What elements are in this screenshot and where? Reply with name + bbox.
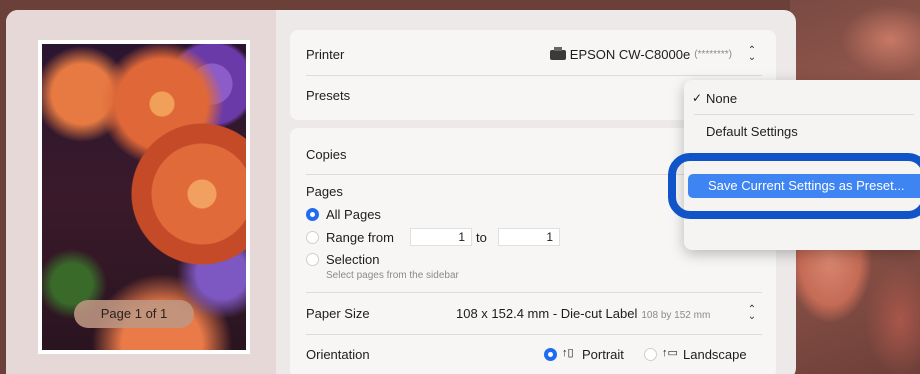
printer-select[interactable]: EPSON CW-C8000e (********)	[549, 46, 732, 62]
selection-radio[interactable]	[306, 253, 319, 266]
range-to-label: to	[476, 230, 487, 245]
landscape-radio[interactable]	[644, 348, 657, 361]
printer-name: EPSON CW-C8000e	[569, 47, 691, 62]
checkmark-icon: ✓	[692, 91, 703, 105]
orientation-label: Orientation	[306, 347, 370, 362]
range-to-input[interactable]: 1	[498, 228, 560, 246]
all-pages-label: All Pages	[326, 207, 381, 222]
preview-sidebar: Page 1 of 1	[6, 10, 276, 374]
pages-label: Pages	[306, 184, 343, 199]
printer-label: Printer	[306, 47, 345, 62]
selection-hint: Select pages from the sidebar	[326, 270, 459, 281]
range-radio[interactable]	[306, 231, 319, 244]
selection-label: Selection	[326, 252, 380, 267]
menu-item-default-settings[interactable]: Default Settings	[706, 124, 798, 139]
all-pages-radio[interactable]	[306, 208, 319, 221]
divider	[306, 292, 762, 293]
range-from-label: Range from	[326, 230, 394, 245]
printer-icon	[549, 46, 566, 60]
callout-ring	[668, 153, 920, 219]
landscape-icon: ↑▭	[662, 347, 678, 359]
printer-chevron-updown-icon[interactable]: ⌃ ⌄	[746, 46, 758, 63]
divider	[306, 75, 762, 76]
portrait-label: Portrait	[582, 347, 624, 362]
range-from-input[interactable]: 1	[410, 228, 472, 246]
presets-label: Presets	[306, 88, 351, 103]
copies-label: Copies	[306, 147, 347, 162]
divider	[306, 334, 762, 335]
paper-size-label: Paper Size	[306, 306, 370, 321]
paper-size-chevron-updown-icon[interactable]: ⌃ ⌄	[746, 305, 758, 322]
printer-masked-id: (********)	[694, 49, 732, 60]
portrait-radio[interactable]	[544, 348, 557, 361]
portrait-icon: ↑▯	[562, 347, 574, 359]
paper-size-select[interactable]: 108 x 152.4 mm - Die-cut Label 108 by 15…	[456, 306, 756, 321]
paper-size-detail: 108 by 152 mm	[641, 310, 711, 321]
menu-item-none[interactable]: None	[706, 91, 737, 106]
landscape-label: Landscape	[683, 347, 747, 362]
page-indicator: Page 1 of 1	[74, 300, 194, 328]
menu-divider	[694, 114, 914, 115]
paper-size-value: 108 x 152.4 mm - Die-cut Label	[456, 306, 638, 321]
